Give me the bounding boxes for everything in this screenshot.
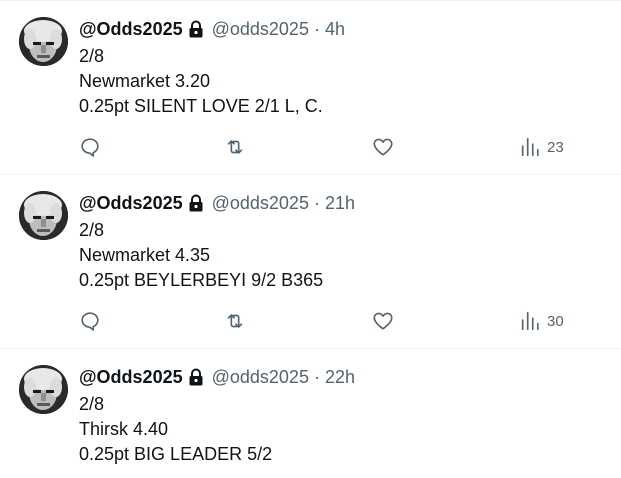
views-icon bbox=[521, 137, 539, 157]
display-name[interactable]: @Odds2025 bbox=[79, 367, 183, 388]
tweet-text-line: 0.25pt BEYLERBEYI 9/2 B365 bbox=[79, 270, 324, 290]
tweet-text-line: 0.25pt SILENT LOVE 2/1 L, C. bbox=[79, 96, 323, 116]
reply-button[interactable] bbox=[79, 135, 101, 159]
timestamp[interactable]: 22h bbox=[325, 367, 355, 388]
tweet-text: 2/8 Thirsk 4.40 0.25pt BIG LEADER 5/2 bbox=[79, 392, 272, 467]
tweet-actions: 30 bbox=[79, 309, 579, 333]
tweet-header: @Odds2025 @odds2025 · 21h bbox=[79, 192, 355, 214]
tweet-text-line: 2/8 bbox=[79, 46, 105, 66]
tweet-header: @Odds2025 @odds2025 · 4h bbox=[79, 18, 345, 40]
like-button[interactable] bbox=[372, 135, 394, 159]
views-button[interactable]: 30 bbox=[519, 309, 564, 333]
separator-dot: · bbox=[313, 192, 320, 213]
tweet-text-line: Thirsk 4.40 bbox=[79, 419, 169, 439]
separator-dot: · bbox=[313, 18, 320, 39]
tweet-text-line: 2/8 bbox=[79, 220, 105, 240]
timestamp[interactable]: 21h bbox=[325, 193, 355, 214]
tweet-text: 2/8 Newmarket 4.35 0.25pt BEYLERBEYI 9/2… bbox=[79, 218, 323, 293]
tweet[interactable]: @Odds2025 @odds2025 · 21h 2/8 Newmarket … bbox=[0, 174, 621, 349]
tweet-text: 2/8 Newmarket 3.20 0.25pt SILENT LOVE 2/… bbox=[79, 44, 323, 119]
reply-icon bbox=[81, 312, 99, 331]
avatar[interactable] bbox=[19, 191, 68, 240]
views-count: 23 bbox=[547, 138, 564, 156]
retweet-icon bbox=[227, 140, 243, 154]
heart-icon bbox=[373, 138, 393, 156]
user-handle[interactable]: @odds2025 bbox=[212, 193, 309, 214]
retweet-button[interactable] bbox=[224, 309, 246, 333]
lock-icon bbox=[188, 194, 204, 212]
reply-icon bbox=[81, 138, 99, 157]
display-name[interactable]: @Odds2025 bbox=[79, 193, 183, 214]
tweet[interactable]: @Odds2025 @odds2025 · 22h 2/8 Thirsk 4.4… bbox=[0, 348, 621, 478]
lock-icon bbox=[188, 368, 204, 386]
separator-dot: · bbox=[313, 366, 320, 387]
views-button[interactable]: 23 bbox=[519, 135, 564, 159]
avatar[interactable] bbox=[19, 365, 68, 414]
user-handle[interactable]: @odds2025 bbox=[212, 367, 309, 388]
tweet-text-line: Newmarket 3.20 bbox=[79, 71, 211, 91]
timeline-feed: @Odds2025 @odds2025 · 4h 2/8 Newmarket 3… bbox=[0, 0, 621, 478]
views-icon bbox=[521, 311, 539, 331]
tweet-actions: 23 bbox=[79, 135, 579, 159]
tweet-header: @Odds2025 @odds2025 · 22h bbox=[79, 366, 355, 388]
timestamp[interactable]: 4h bbox=[325, 19, 345, 40]
retweet-icon bbox=[227, 314, 243, 328]
display-name[interactable]: @Odds2025 bbox=[79, 19, 183, 40]
tweet[interactable]: @Odds2025 @odds2025 · 4h 2/8 Newmarket 3… bbox=[0, 0, 621, 175]
retweet-button[interactable] bbox=[224, 135, 246, 159]
reply-button[interactable] bbox=[79, 309, 101, 333]
lock-icon bbox=[188, 20, 204, 38]
tweet-text-line: Newmarket 4.35 bbox=[79, 245, 211, 265]
like-button[interactable] bbox=[372, 309, 394, 333]
avatar[interactable] bbox=[19, 17, 68, 66]
heart-icon bbox=[373, 312, 393, 330]
tweet-text-line: 2/8 bbox=[79, 394, 105, 414]
user-handle[interactable]: @odds2025 bbox=[212, 19, 309, 40]
views-count: 30 bbox=[547, 312, 564, 330]
tweet-text-line: 0.25pt BIG LEADER 5/2 bbox=[79, 444, 273, 464]
